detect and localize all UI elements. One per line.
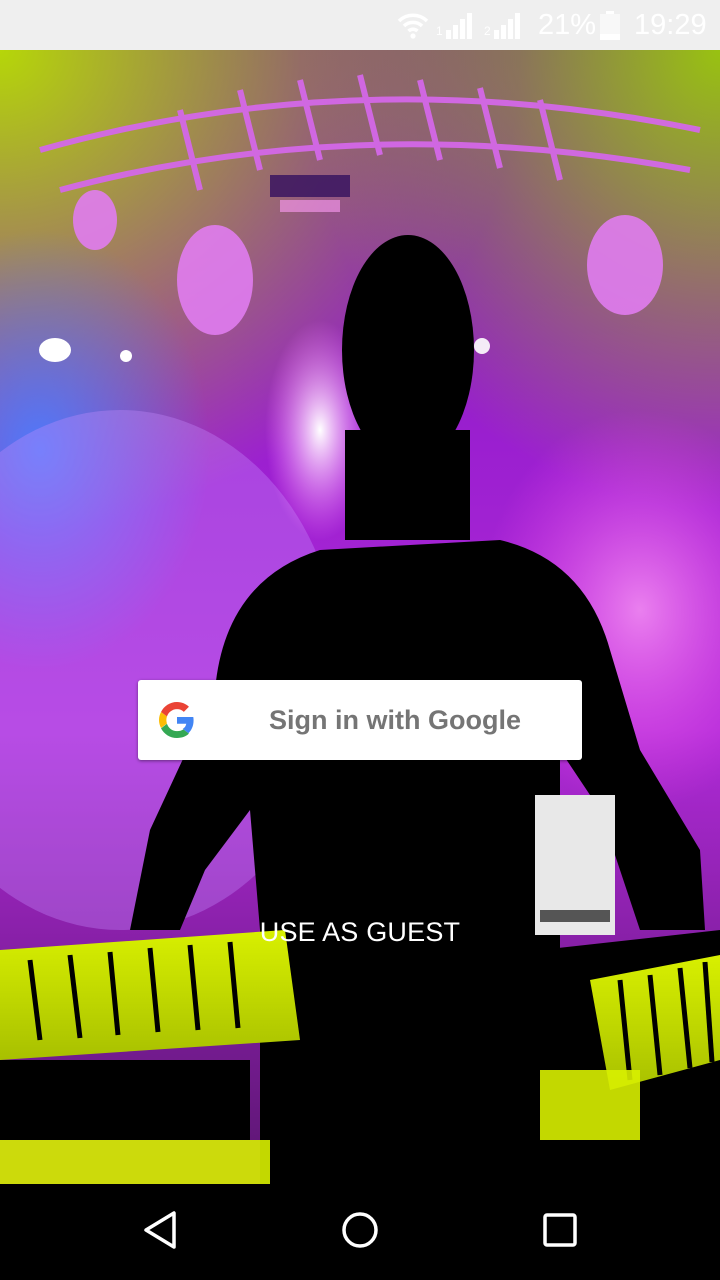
- clock: 19:29: [634, 9, 707, 41]
- home-button[interactable]: [300, 1184, 420, 1280]
- recents-button[interactable]: [500, 1184, 620, 1280]
- status-bar: 1 2 21% 19:29: [0, 0, 720, 50]
- back-icon: [142, 1210, 178, 1255]
- sim1-label: 1: [436, 24, 443, 38]
- battery-icon: [599, 11, 621, 46]
- battery-percent: 21%: [538, 9, 597, 41]
- use-as-guest-button[interactable]: USE AS GUEST: [200, 900, 520, 964]
- home-icon: [341, 1211, 379, 1254]
- wifi-icon: [397, 11, 429, 44]
- back-button[interactable]: [100, 1184, 220, 1280]
- signal-icon: 1: [436, 12, 474, 45]
- recents-icon: [543, 1212, 577, 1252]
- dj-concert-image: [0, 50, 720, 1184]
- signal-icon: 2: [484, 12, 522, 45]
- google-sign-in-label: Sign in with Google: [269, 705, 521, 735]
- sim2-label: 2: [484, 24, 491, 38]
- login-screen: 1 2 21% 19:29 Sign in with Google USE AS…: [0, 0, 720, 1280]
- google-logo-icon: [159, 702, 195, 738]
- google-sign-in-button[interactable]: Sign in with Google: [138, 680, 582, 760]
- navigation-bar: [0, 1184, 720, 1280]
